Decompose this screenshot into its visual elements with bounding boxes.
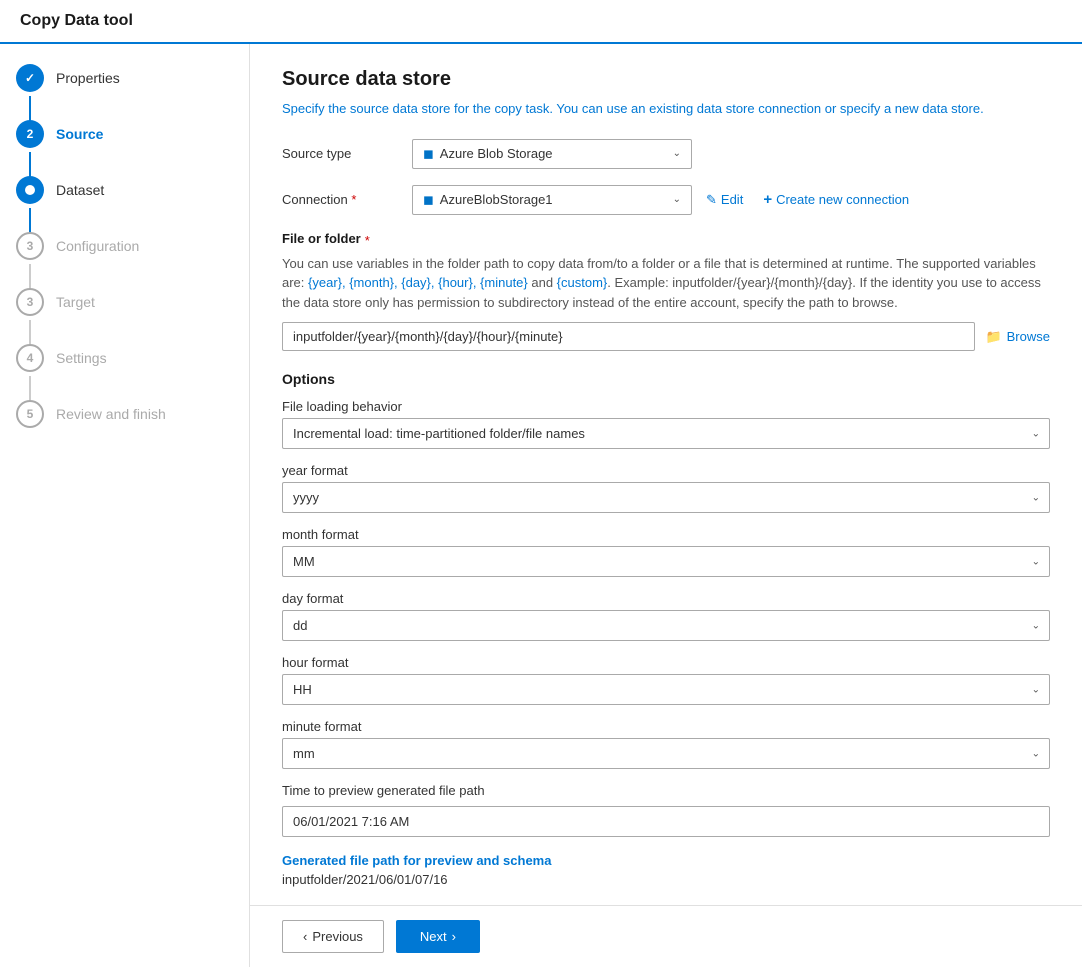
sidebar-item-review[interactable]: 5 Review and finish (16, 400, 233, 456)
connection-value: AzureBlobStorage1 (440, 192, 553, 207)
step-circle-settings: 4 (16, 344, 44, 372)
source-type-select[interactable]: ◼ Azure Blob Storage ⌄ (412, 139, 692, 169)
step-label-settings: Settings (56, 350, 107, 366)
time-preview-input[interactable] (282, 806, 1050, 837)
path-input[interactable] (282, 322, 975, 351)
app-header: Copy Data tool (0, 0, 1082, 44)
day-format-group: day format dd ⌄ (282, 591, 1050, 641)
connection-select[interactable]: ◼ AzureBlobStorage1 ⌄ (412, 185, 692, 215)
hour-format-select[interactable]: HH (282, 674, 1050, 705)
source-type-value: Azure Blob Storage (440, 146, 553, 161)
day-format-label: day format (282, 591, 1050, 606)
options-section: Options File loading behavior Incrementa… (282, 371, 1050, 887)
minute-format-select[interactable]: mm (282, 738, 1050, 769)
previous-button[interactable]: ‹ Previous (282, 920, 384, 953)
next-button[interactable]: Next › (396, 920, 480, 953)
step-label-configuration: Configuration (56, 238, 139, 254)
file-loading-select[interactable]: Incremental load: time-partitioned folde… (282, 418, 1050, 449)
sidebar-item-target[interactable]: 3 Target (16, 288, 233, 344)
step-circle-properties: ✓ (16, 64, 44, 92)
file-folder-required: * (365, 233, 370, 248)
step-label-properties: Properties (56, 70, 120, 86)
app-title: Copy Data tool (20, 12, 133, 30)
month-format-label: month format (282, 527, 1050, 542)
file-folder-label: File or folder (282, 231, 361, 246)
year-format-select-wrap: yyyy ⌄ (282, 482, 1050, 513)
hour-format-select-wrap: HH ⌄ (282, 674, 1050, 705)
step-label-source: Source (56, 126, 103, 142)
year-format-select[interactable]: yyyy (282, 482, 1050, 513)
file-loading-label: File loading behavior (282, 399, 1050, 414)
path-row: 📁 Browse (282, 322, 1050, 351)
page-description: Specify the source data store for the co… (282, 99, 1050, 119)
step-label-review: Review and finish (56, 406, 166, 422)
blob-icon-source: ◼ (423, 146, 434, 162)
file-folder-description: You can use variables in the folder path… (282, 254, 1050, 313)
sidebar-item-dataset[interactable]: Dataset (16, 176, 233, 232)
hour-format-group: hour format HH ⌄ (282, 655, 1050, 705)
minute-format-label: minute format (282, 719, 1050, 734)
day-format-select-wrap: dd ⌄ (282, 610, 1050, 641)
generated-path-value: inputfolder/2021/06/01/07/16 (282, 872, 1050, 887)
connection-row: Connection * ◼ AzureBlobStorage1 ⌄ ✎ Edi… (282, 185, 1050, 215)
month-format-group: month format MM ⌄ (282, 527, 1050, 577)
content-area: Source data store Specify the source dat… (250, 44, 1082, 905)
connection-label: Connection * (282, 192, 412, 207)
footer: ‹ Previous Next › (250, 905, 1082, 967)
day-format-select[interactable]: dd (282, 610, 1050, 641)
hour-format-label: hour format (282, 655, 1050, 670)
edit-connection-button[interactable]: ✎ Edit (700, 188, 749, 212)
chevron-down-icon: ⌄ (673, 148, 681, 159)
minute-format-select-wrap: mm ⌄ (282, 738, 1050, 769)
year-format-group: year format yyyy ⌄ (282, 463, 1050, 513)
folder-icon: 📁 (985, 329, 1001, 345)
create-connection-button[interactable]: + Create new connection (757, 187, 915, 212)
sidebar: ✓ Properties 2 Source Dataset 3 Configur… (0, 44, 250, 967)
main-layout: ✓ Properties 2 Source Dataset 3 Configur… (0, 44, 1082, 967)
year-format-label: year format (282, 463, 1050, 478)
file-loading-group: File loading behavior Incremental load: … (282, 399, 1050, 449)
file-loading-select-wrap: Incremental load: time-partitioned folde… (282, 418, 1050, 449)
connection-required: * (351, 192, 356, 207)
step-circle-configuration: 3 (16, 232, 44, 260)
minute-format-group: minute format mm ⌄ (282, 719, 1050, 769)
generated-path-section: Generated file path for preview and sche… (282, 853, 1050, 887)
step-label-dataset: Dataset (56, 182, 104, 198)
blob-icon-conn: ◼ (423, 192, 434, 208)
plus-icon: + (763, 191, 772, 208)
generated-path-label: Generated file path for preview and sche… (282, 853, 1050, 868)
source-type-label: Source type (282, 146, 412, 161)
connection-controls: ◼ AzureBlobStorage1 ⌄ ✎ Edit + Create ne… (412, 185, 915, 215)
month-format-select[interactable]: MM (282, 546, 1050, 577)
sidebar-item-settings[interactable]: 4 Settings (16, 344, 233, 400)
page-title: Source data store (282, 68, 1050, 91)
month-format-select-wrap: MM ⌄ (282, 546, 1050, 577)
step-label-target: Target (56, 294, 95, 310)
step-circle-review: 5 (16, 400, 44, 428)
time-preview-group: Time to preview generated file path (282, 783, 1050, 837)
step-circle-dataset (16, 176, 44, 204)
browse-button[interactable]: 📁 Browse (985, 329, 1050, 345)
source-type-row: Source type ◼ Azure Blob Storage ⌄ (282, 139, 1050, 169)
step-circle-target: 3 (16, 288, 44, 316)
time-preview-label: Time to preview generated file path (282, 783, 1050, 798)
chevron-right-icon: › (452, 929, 456, 944)
edit-icon: ✎ (706, 192, 717, 208)
chevron-left-icon: ‹ (303, 929, 307, 944)
options-title: Options (282, 371, 1050, 387)
sidebar-item-source[interactable]: 2 Source (16, 120, 233, 176)
sidebar-item-configuration[interactable]: 3 Configuration (16, 232, 233, 288)
file-folder-section: File or folder * You can use variables i… (282, 231, 1050, 352)
sidebar-item-properties[interactable]: ✓ Properties (16, 64, 233, 120)
chevron-down-icon-conn: ⌄ (673, 194, 681, 205)
step-circle-source: 2 (16, 120, 44, 148)
